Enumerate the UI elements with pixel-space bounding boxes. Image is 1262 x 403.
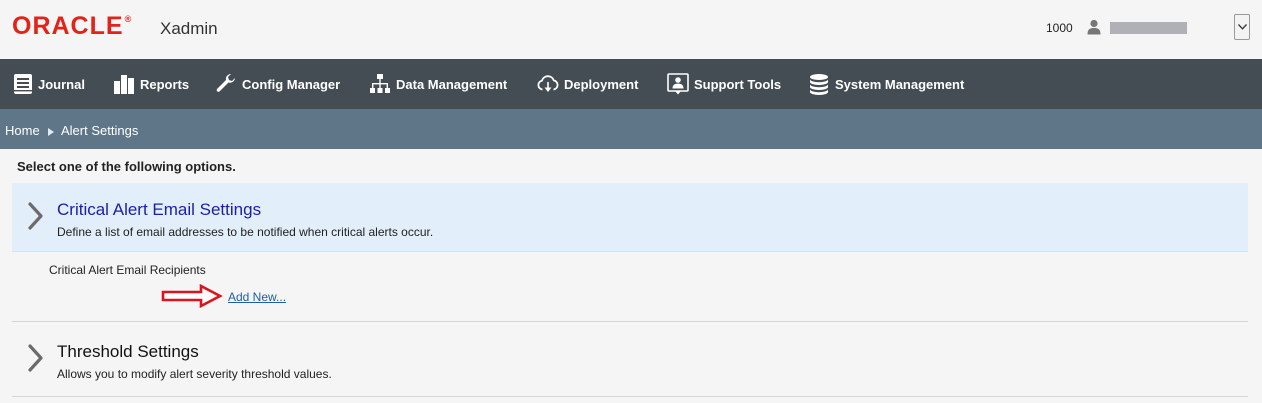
reports-icon: [114, 75, 134, 94]
cloud-download-icon: [537, 75, 559, 92]
breadcrumb: Home Alert Settings: [0, 109, 1262, 149]
breadcrumb-current: Alert Settings: [61, 123, 139, 138]
nav-journal[interactable]: Journal: [13, 59, 85, 109]
breadcrumb-separator-icon: [48, 124, 54, 139]
wrench-icon: [216, 73, 235, 92]
instructions-text: Select one of the following options.: [17, 159, 236, 174]
oracle-logo: ORACLE®: [12, 12, 132, 41]
nav-reports[interactable]: Reports: [113, 59, 189, 109]
nav-journal-label: Journal: [38, 76, 85, 92]
nav-support-tools[interactable]: Support Tools: [667, 59, 781, 109]
threshold-description: Allows you to modify alert severity thre…: [57, 367, 332, 381]
recipients-label: Critical Alert Email Recipients: [49, 263, 206, 277]
main-navigation: Journal Reports Config Manager Data Mana…: [0, 59, 1262, 109]
nav-reports-label: Reports: [140, 76, 190, 92]
nav-deployment[interactable]: Deployment: [537, 59, 638, 109]
threshold-title[interactable]: Threshold Settings: [57, 342, 199, 362]
app-name: Xadmin: [160, 19, 218, 38]
nav-system-management-label: System Management: [835, 76, 965, 92]
breadcrumb-home-link[interactable]: Home: [5, 123, 40, 138]
nav-support-tools-label: Support Tools: [694, 76, 782, 92]
logo-text: ORACLE: [12, 12, 124, 40]
nav-config-manager[interactable]: Config Manager: [215, 59, 340, 109]
nav-deployment-label: Deployment: [564, 76, 639, 92]
chevron-right-icon: [28, 202, 43, 230]
user-name-redacted: [1110, 22, 1187, 34]
nav-data-management-label: Data Management: [396, 76, 508, 92]
threshold-section[interactable]: Threshold Settings Allows you to modify …: [12, 322, 1248, 396]
user-menu-button[interactable]: [1234, 14, 1250, 40]
chevron-right-icon: [28, 344, 43, 372]
app-header: ORACLE® Xadmin 1000: [0, 0, 1262, 59]
chevron-down-icon: [1238, 24, 1247, 30]
critical-alert-description: Define a list of email addresses to be n…: [57, 225, 434, 239]
database-icon: [810, 74, 828, 95]
nav-config-manager-label: Config Manager: [242, 76, 341, 92]
nav-data-management[interactable]: Data Management: [369, 59, 507, 109]
hierarchy-icon: [370, 74, 390, 93]
critical-alert-title[interactable]: Critical Alert Email Settings: [57, 200, 261, 220]
support-icon: [667, 73, 689, 95]
user-id: 1000: [1046, 21, 1073, 35]
nav-system-management[interactable]: System Management: [808, 59, 964, 109]
user-icon: [1087, 19, 1101, 35]
annotation-arrow-icon: [161, 284, 223, 308]
section-divider: [12, 396, 1248, 397]
critical-alert-section[interactable]: Critical Alert Email Settings Define a l…: [12, 183, 1248, 252]
journal-icon: [14, 74, 32, 94]
add-new-recipient-link[interactable]: Add New...: [228, 290, 286, 304]
logo-registered-mark: ®: [124, 14, 133, 24]
